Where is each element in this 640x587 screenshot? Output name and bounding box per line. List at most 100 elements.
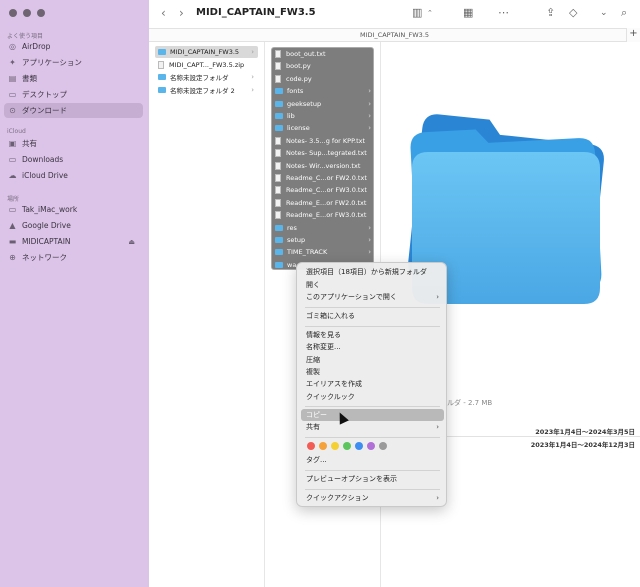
- sidebar-item-downloads[interactable]: ⊙ ダウンロード: [4, 103, 143, 118]
- disk-icon: ▬: [8, 237, 17, 246]
- item-name: TIME_TRACK: [287, 248, 328, 257]
- menu-separator: [305, 406, 440, 407]
- date-range-2: 2023年1月4日〜2024年12月3日: [530, 441, 635, 449]
- window-title: MIDI_CAPTAIN_FW3.5: [196, 7, 316, 18]
- menu-open[interactable]: 開く: [301, 279, 444, 291]
- item-name: Notes- Wir...version.txt: [286, 161, 361, 170]
- chevron-right-icon: ›: [368, 223, 371, 232]
- zoom-window-button[interactable]: [37, 9, 45, 17]
- forward-button[interactable]: ›: [179, 6, 184, 20]
- file-row[interactable]: Readme_E...or FW2.0.txt: [272, 197, 375, 209]
- folder-icon: [275, 88, 283, 95]
- file-row[interactable]: Notes- Sup...tegrated.txt: [272, 147, 375, 159]
- menu-quick-actions[interactable]: クイックアクション ›: [301, 492, 444, 504]
- file-row[interactable]: Readme_C...or FW3.0.txt: [272, 184, 375, 196]
- sidebar-item-desktop[interactable]: ▭ デスクトップ: [4, 87, 143, 102]
- tag-color-dot[interactable]: [343, 442, 351, 450]
- sidebar-item-label: 書類: [22, 74, 37, 83]
- item-name: Readme_C...or FW3.0.txt: [286, 186, 367, 195]
- group-icon[interactable]: ▦: [463, 6, 473, 19]
- chevron-right-icon: ›: [368, 99, 371, 108]
- folder-row[interactable]: 名称未設定フォルダ 2 ›: [155, 84, 258, 96]
- sidebar-item-network[interactable]: ⊕ ネットワーク: [4, 250, 143, 265]
- file-row[interactable]: boot_out.txt: [272, 48, 375, 60]
- folder-row[interactable]: res ›: [272, 222, 375, 234]
- menu-move-to-trash[interactable]: ゴミ箱に入れる: [301, 310, 444, 322]
- network-icon: ⊕: [9, 253, 16, 262]
- tag-color-dot[interactable]: [307, 442, 315, 450]
- folder-row[interactable]: setup ›: [272, 234, 375, 246]
- tag-color-dot[interactable]: [355, 442, 363, 450]
- folder-row[interactable]: geeksetup ›: [272, 98, 375, 110]
- tag-color-dot[interactable]: [331, 442, 339, 450]
- tag-color-dot[interactable]: [367, 442, 375, 450]
- preview-meta: ルダ - 2.7 MB: [447, 399, 493, 407]
- file-row[interactable]: Readme_E...or FW3.0.txt: [272, 209, 375, 221]
- tag-color-dot[interactable]: [319, 442, 327, 450]
- cloud-icon: ☁: [8, 171, 17, 180]
- sidebar-item-label: Tak_iMac_work: [22, 205, 78, 214]
- more-actions-icon[interactable]: ⋯: [498, 6, 509, 19]
- file-row[interactable]: boot.py: [272, 60, 375, 72]
- add-tab-button[interactable]: +: [626, 28, 640, 42]
- menu-new-folder-from-selection[interactable]: 選択項目（18項目）から新規フォルダ: [301, 266, 444, 278]
- menu-quick-look[interactable]: クイックルック: [301, 391, 444, 403]
- sidebar-item-label: Google Drive: [22, 221, 71, 230]
- close-window-button[interactable]: [9, 9, 17, 17]
- folder-row[interactable]: 名称未設定フォルダ ›: [155, 71, 258, 83]
- menu-show-preview-options[interactable]: プレビューオプションを表示: [301, 473, 444, 485]
- folder-row[interactable]: fonts ›: [272, 85, 375, 97]
- folder-row[interactable]: license ›: [272, 122, 375, 134]
- file-row[interactable]: code.py: [272, 73, 375, 85]
- sidebar-item-computer[interactable]: ▭ Tak_iMac_work: [4, 202, 143, 217]
- item-name: license: [287, 124, 310, 133]
- menu-tags[interactable]: タグ...: [301, 454, 444, 466]
- chevron-right-icon: ›: [368, 236, 371, 244]
- menu-separator: [305, 489, 440, 490]
- chevron-down-icon[interactable]: ⌄: [600, 8, 608, 18]
- file-row[interactable]: Notes- Wir...version.txt: [272, 160, 375, 172]
- file-row[interactable]: MIDI_CAPT..._FW3.5.zip: [155, 59, 258, 71]
- menu-open-with[interactable]: このアプリケーションで開く ›: [301, 291, 444, 303]
- menu-rename[interactable]: 名称変更...: [301, 341, 444, 353]
- folder-row[interactable]: TIME_TRACK ›: [272, 246, 375, 258]
- menu-duplicate[interactable]: 複製: [301, 366, 444, 378]
- folder-row[interactable]: MIDI_CAPTAIN_FW3.5 ›: [155, 46, 258, 58]
- view-columns-icon[interactable]: ▥: [412, 6, 422, 19]
- file-icon: [275, 186, 281, 195]
- view-options-chevron-icon[interactable]: ⌃: [427, 9, 433, 17]
- sidebar-item-shared[interactable]: ▣ 共有: [4, 136, 143, 151]
- tag-color-dot[interactable]: [379, 442, 387, 450]
- share-icon[interactable]: ⇪: [546, 6, 555, 19]
- item-name: fonts: [287, 87, 304, 96]
- minimize-window-button[interactable]: [23, 9, 31, 17]
- date-range-1: 2023年1月4日〜2024年3月5日: [535, 428, 635, 436]
- sidebar-item-label: 共有: [22, 139, 37, 148]
- sidebar-item-label: AirDrop: [22, 42, 51, 51]
- file-row[interactable]: Notes- 3.5...g for KPP.txt: [272, 135, 375, 147]
- eject-icon[interactable]: ⏏: [128, 238, 135, 246]
- menu-make-alias[interactable]: エイリアスを作成: [301, 378, 444, 390]
- sidebar-item-documents[interactable]: ▤ 書類: [4, 71, 143, 86]
- sidebar-item-drive[interactable]: ▲ Google Drive: [4, 218, 143, 233]
- search-icon[interactable]: ⌕: [621, 6, 627, 20]
- sidebar-item-cloud[interactable]: ☁ iCloud Drive: [4, 168, 143, 183]
- menu-copy[interactable]: コピー: [301, 409, 444, 421]
- menu-get-info[interactable]: 情報を見る: [301, 329, 444, 341]
- file-row[interactable]: Readme_C...or FW2.0.txt: [272, 172, 375, 184]
- menu-separator: [305, 326, 440, 327]
- sidebar-item-applications[interactable]: ✦ アプリケーション: [4, 55, 143, 70]
- sidebar-item-airdrop[interactable]: ◎ AirDrop: [4, 39, 143, 54]
- menu-separator: [305, 307, 440, 308]
- item-name: 名称未設定フォルダ 2: [170, 86, 235, 95]
- sidebar-item-disk[interactable]: ▬ MIDICAPTAIN ⏏: [4, 234, 143, 249]
- back-button[interactable]: ‹: [161, 6, 166, 20]
- menu-compress[interactable]: 圧縮: [301, 354, 444, 366]
- menu-share[interactable]: 共有 ›: [301, 421, 444, 433]
- sidebar-item-label: Downloads: [22, 155, 64, 164]
- folder-row[interactable]: lib ›: [272, 110, 375, 122]
- tag-icon[interactable]: ◇: [569, 6, 577, 19]
- desktop-icon: ▭: [8, 90, 17, 99]
- item-name: Notes- Sup...tegrated.txt: [286, 149, 367, 158]
- sidebar-item-folder[interactable]: ▭ Downloads: [4, 152, 143, 167]
